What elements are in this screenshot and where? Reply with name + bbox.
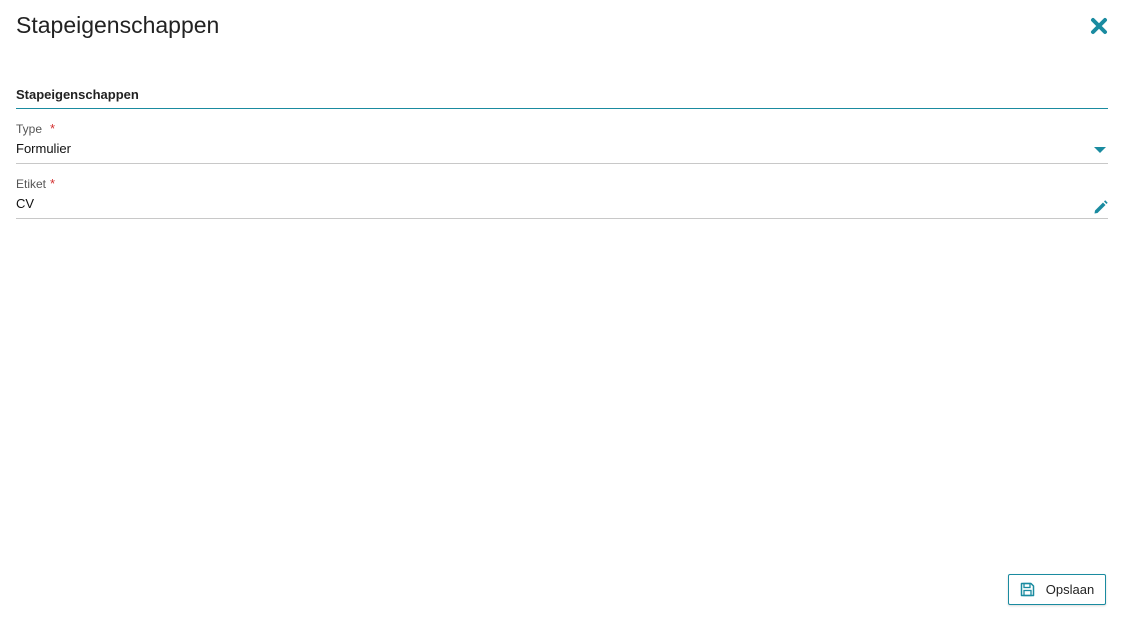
required-marker: * — [50, 176, 56, 191]
save-button[interactable]: Opslaan — [1008, 574, 1106, 605]
etiket-value: CV — [16, 196, 35, 211]
close-icon — [1091, 18, 1107, 34]
etiket-input[interactable]: CV — [16, 196, 1108, 219]
etiket-field: Etiket * CV — [16, 177, 1108, 219]
type-value: Formulier — [16, 141, 71, 156]
type-select[interactable]: Formulier — [16, 141, 1108, 164]
required-marker: * — [50, 121, 56, 136]
save-button-label: Opslaan — [1045, 582, 1095, 597]
floppy-disk-icon — [1020, 582, 1035, 597]
close-button[interactable] — [1088, 15, 1110, 37]
type-label-row: Type * — [16, 121, 1108, 137]
pencil-icon[interactable] — [1092, 199, 1108, 215]
section-title: Stapeigenschappen — [16, 87, 139, 102]
section-header: Stapeigenschappen — [16, 86, 1108, 109]
dialog-title: Stapeigenschappen — [16, 12, 220, 38]
etiket-label: Etiket — [16, 177, 47, 191]
etiket-label-row: Etiket * — [16, 176, 1108, 192]
caret-down-icon[interactable] — [1092, 142, 1108, 158]
type-field: Type * Formulier — [16, 122, 1108, 164]
step-properties-dialog: Stapeigenschappen Stapeigenschappen Type… — [0, 0, 1127, 620]
type-label: Type — [16, 122, 43, 136]
